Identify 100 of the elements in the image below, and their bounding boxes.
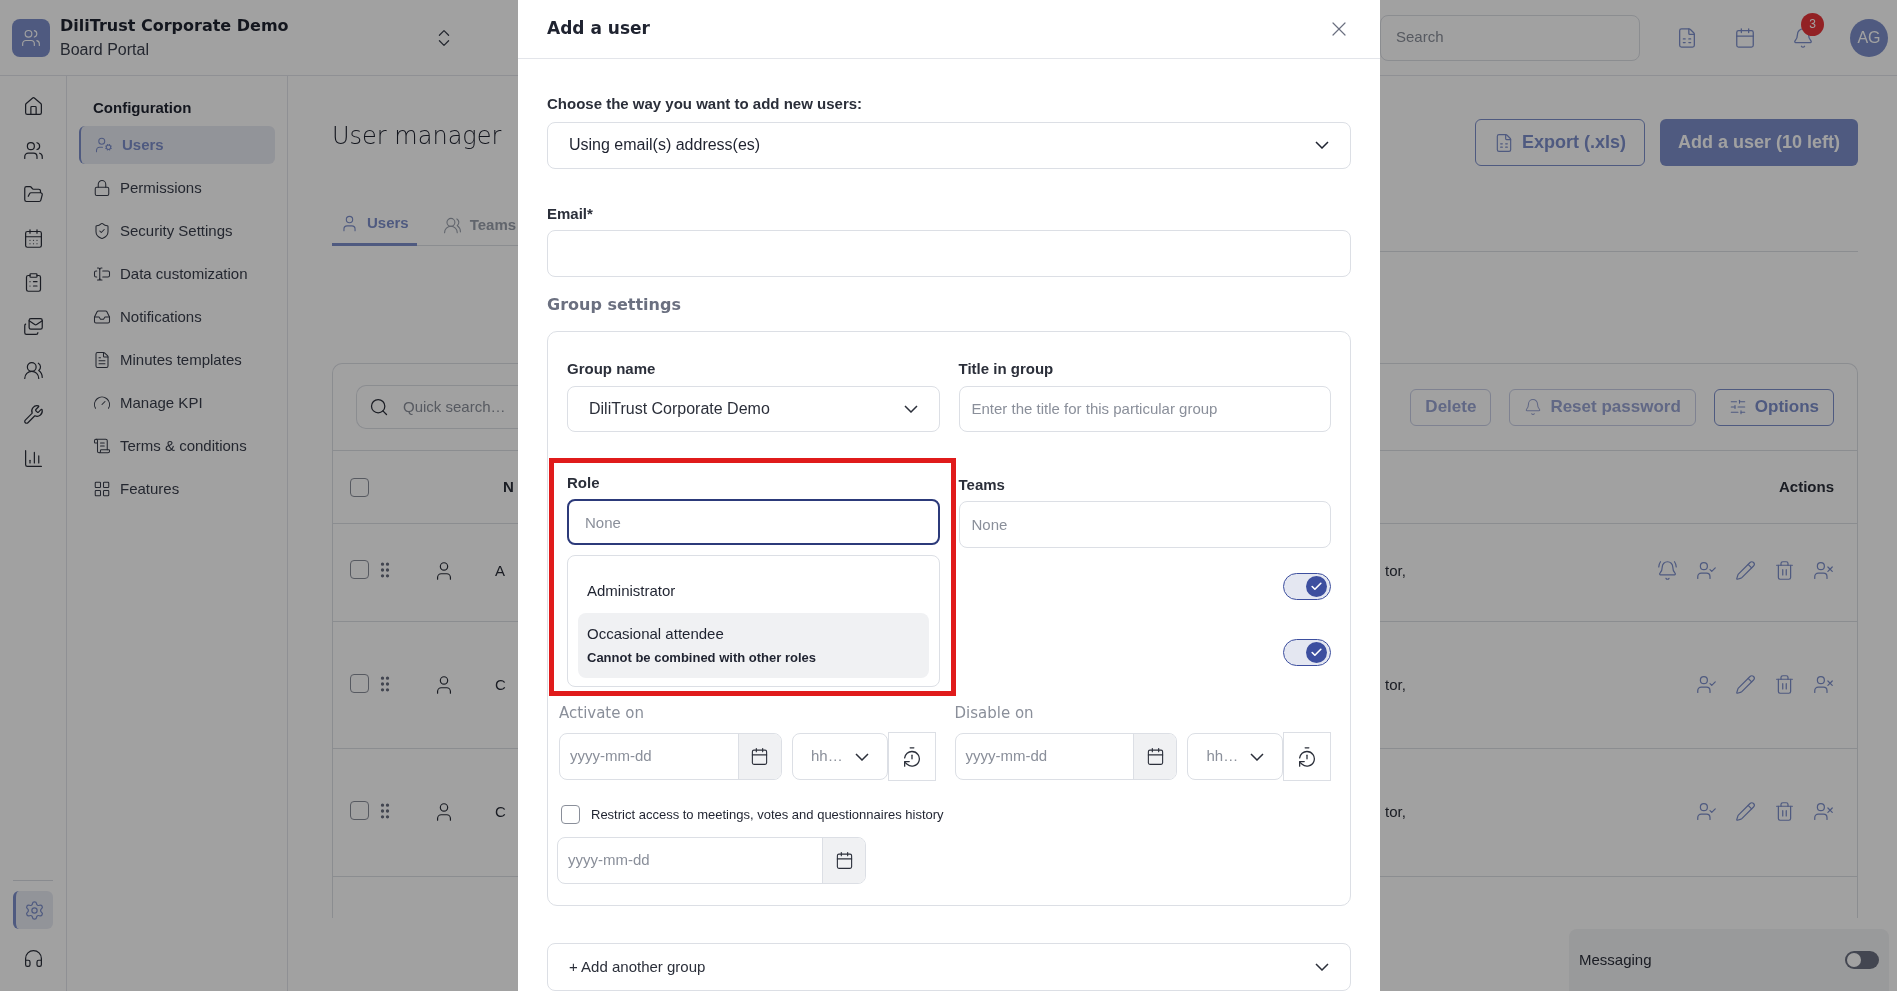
time-select[interactable]: hh…: [1187, 733, 1284, 780]
email-field[interactable]: [547, 230, 1351, 277]
row-checkbox[interactable]: [350, 801, 369, 820]
app-logo[interactable]: [12, 18, 50, 57]
table-cell-text: tor,: [1384, 802, 1406, 822]
trash-icon: [1774, 801, 1795, 822]
sidebar-item[interactable]: Features: [79, 470, 275, 508]
add-group-select[interactable]: + Add another group: [547, 943, 1351, 991]
people-icon: [22, 140, 44, 161]
field-label: Title in group: [958, 359, 1055, 379]
pencil-icon: [1735, 801, 1756, 822]
search-placeholder: Search: [1396, 27, 1444, 48]
tab[interactable]: Users: [332, 204, 417, 246]
settings-icon: [24, 899, 45, 921]
toggle-switch[interactable]: [1283, 573, 1331, 600]
inbox-icon: [93, 308, 111, 326]
shield-icon: [93, 222, 111, 240]
table-cell-text: C: [495, 675, 506, 695]
user-gear-icon: [95, 136, 113, 154]
sidebar-item[interactable]: Security Settings: [79, 212, 275, 250]
table-cell-text: C: [495, 802, 506, 822]
table-cell-text: tor,: [1384, 675, 1406, 695]
trash-icon: [1774, 674, 1795, 695]
field-label: Activate on: [559, 702, 645, 724]
toolbar-button[interactable]: Options: [1713, 388, 1834, 426]
add-user-button[interactable]: Add a user (10 left): [1659, 119, 1858, 166]
date-field[interactable]: yyyy-mm-dd: [559, 733, 782, 780]
app-subtitle: Board Portal: [60, 39, 150, 60]
method-select[interactable]: Using email(s) address(es): [547, 121, 1351, 169]
user-check-icon: [1696, 560, 1717, 581]
sidebar-item[interactable]: Manage KPI: [79, 384, 275, 422]
notification-badge: 3: [1801, 12, 1824, 36]
teams-field[interactable]: None: [958, 501, 1331, 548]
bar-chart-icon: [22, 448, 44, 469]
toggle-switch[interactable]: [1283, 639, 1331, 666]
calendar-icon: [22, 228, 44, 249]
home-icon: [22, 96, 44, 117]
title-field[interactable]: Enter the title for this particular group: [958, 385, 1331, 432]
field-label: Choose the way you want to add new users:: [547, 94, 864, 114]
headset-icon: [22, 947, 44, 969]
export-button[interactable]: Export (.xls): [1474, 119, 1645, 166]
sidebar-item[interactable]: Data customization: [79, 255, 275, 293]
calendar-icon: [834, 850, 854, 870]
table-cell-text: tor,: [1384, 561, 1406, 581]
search-field[interactable]: Search: [1380, 14, 1640, 61]
reset-time-button[interactable]: [1283, 732, 1331, 781]
group-select[interactable]: DiliTrust Corporate Demo: [567, 385, 940, 432]
time-select[interactable]: hh…: [792, 733, 888, 780]
check-icon: [1310, 646, 1323, 659]
person-icon: [340, 214, 359, 233]
sidebar-item[interactable]: Terms & conditions: [79, 427, 275, 465]
text-field-icon: [93, 265, 111, 283]
messaging-toggle[interactable]: [1845, 951, 1879, 969]
group-icon: [442, 215, 462, 235]
reset-time-button[interactable]: [887, 732, 936, 781]
field-label: Email*: [547, 203, 594, 224]
gauge-icon: [93, 394, 111, 412]
folder-icon: [22, 184, 44, 205]
bell-icon[interactable]: [1792, 26, 1814, 49]
check-icon: [1310, 580, 1323, 593]
field-label: Group name: [567, 359, 657, 379]
row-checkbox[interactable]: [350, 674, 369, 693]
date-field[interactable]: yyyy-mm-dd: [557, 836, 866, 884]
sidebar-item[interactable]: Minutes templates: [79, 341, 275, 379]
table-cell-text: A: [495, 561, 505, 581]
search-placeholder: Quick search…: [403, 396, 506, 417]
chevron-down-icon: [854, 752, 869, 761]
list-document-icon: [93, 437, 111, 455]
sidebar-item[interactable]: Permissions: [79, 169, 275, 207]
user-check-icon: [1696, 674, 1717, 695]
rail-button[interactable]: [13, 891, 53, 929]
chevron-down-icon: [1315, 141, 1329, 149]
sidebar-item[interactable]: Notifications: [79, 298, 275, 336]
column-header: Actions: [1779, 476, 1834, 497]
document-icon: [93, 351, 111, 369]
select-all-checkbox[interactable]: [350, 477, 369, 497]
checkbox-label: Restrict access to meetings, votes and questionnaires history: [591, 806, 944, 824]
calendar-icon[interactable]: [1734, 26, 1756, 49]
sidebar-item[interactable]: Users: [79, 126, 275, 164]
people-icon: [21, 27, 41, 48]
restrict-checkbox[interactable]: [561, 805, 580, 825]
date-field[interactable]: yyyy-mm-dd: [954, 733, 1178, 780]
messaging-panel[interactable]: Messaging: [1569, 929, 1889, 991]
section-title: Group settings: [547, 294, 682, 316]
tab[interactable]: Teams: [434, 204, 525, 246]
chevron-down-icon: [1250, 752, 1265, 761]
page-title: User manager: [332, 121, 503, 152]
field-label: Disable on: [954, 702, 1035, 724]
field-label: Role: [567, 472, 601, 493]
user-avatar[interactable]: AG: [1850, 18, 1888, 57]
role-field[interactable]: None: [567, 499, 940, 545]
calendar-icon: [1146, 747, 1165, 766]
row-checkbox[interactable]: [350, 560, 369, 579]
lock-icon: [93, 179, 111, 197]
chevron-down-icon: [903, 404, 918, 413]
dropdown-option[interactable]: Occasional attendee Cannot be combined with other roles: [578, 612, 929, 678]
dropdown-option[interactable]: Administrator: [578, 570, 929, 613]
app-title: DiliTrust Corporate Demo: [60, 14, 290, 37]
user-block-icon: [1813, 674, 1834, 695]
dialog-title: Add a user: [547, 17, 650, 41]
